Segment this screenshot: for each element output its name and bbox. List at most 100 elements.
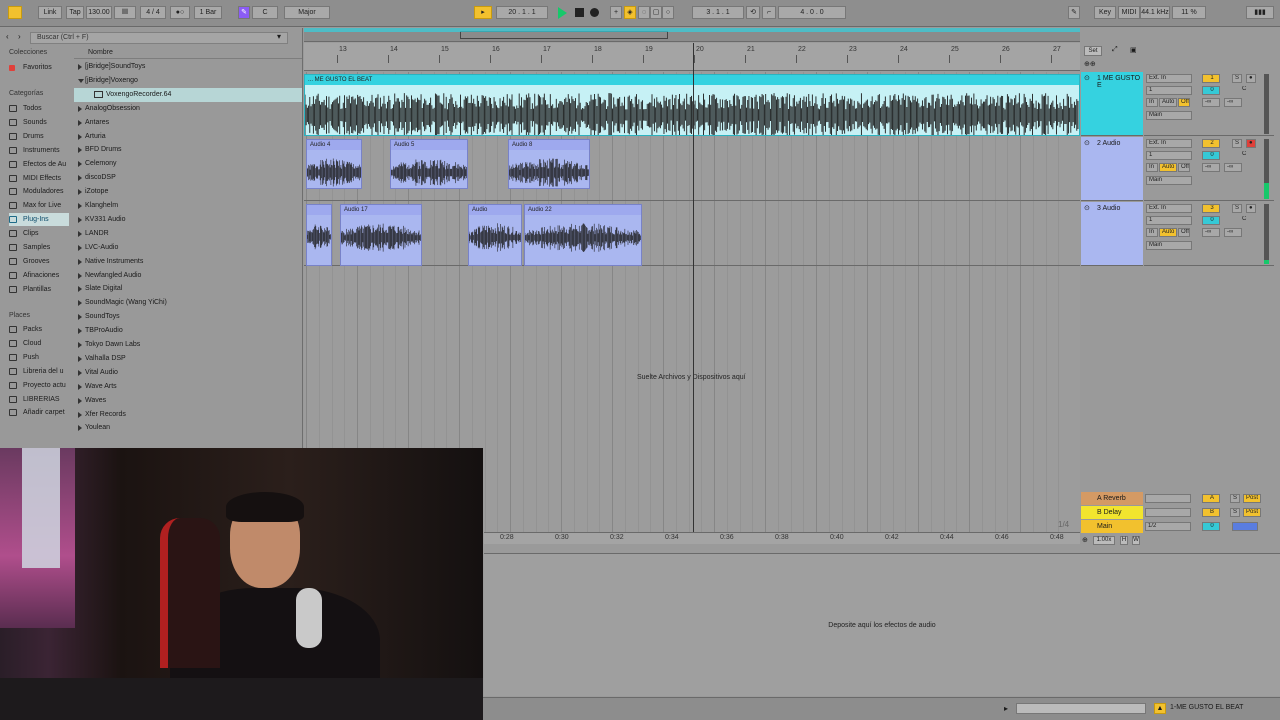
sidebar-item-afinaciones[interactable]: Afinaciones bbox=[9, 269, 69, 282]
browser-item[interactable]: BFD Drums bbox=[74, 143, 302, 157]
send-a-field[interactable]: -∞ bbox=[1202, 228, 1220, 237]
fold-icon[interactable]: ⊙ bbox=[1084, 74, 1092, 82]
track-lane-1[interactable]: ... ME GUSTO EL BEAT bbox=[304, 72, 1080, 136]
browser-item[interactable]: Slate Digital bbox=[74, 282, 302, 296]
metronome-icon[interactable]: ●○ bbox=[170, 6, 190, 19]
expand-arrow-icon[interactable] bbox=[78, 119, 82, 126]
monitor-off-button[interactable]: Off bbox=[1178, 228, 1190, 237]
return-output-menu[interactable] bbox=[1145, 508, 1191, 517]
input-type-menu[interactable]: Ext. In bbox=[1146, 139, 1192, 148]
expand-arrow-icon[interactable] bbox=[78, 272, 82, 279]
automation-arm-icon[interactable]: ◈ bbox=[624, 6, 636, 19]
browser-item[interactable]: Native Instruments bbox=[74, 255, 302, 269]
draw-mode-icon[interactable]: ✎ bbox=[1068, 6, 1080, 19]
output-menu[interactable]: Main bbox=[1146, 111, 1192, 120]
browser-item[interactable]: VoxengoRecorder.64 bbox=[74, 87, 302, 102]
return-activator-button[interactable]: B bbox=[1202, 508, 1220, 517]
expand-arrow-icon[interactable] bbox=[78, 369, 82, 376]
browser-item[interactable]: Xfer Records bbox=[74, 408, 302, 422]
pan-knob[interactable]: C bbox=[1240, 151, 1252, 160]
browser-item[interactable]: SoundToys bbox=[74, 310, 302, 324]
volume-field[interactable]: 0 bbox=[1202, 216, 1220, 225]
record-arm-icon[interactable]: ● bbox=[1246, 74, 1256, 83]
place-item-proyecto-actu[interactable]: Proyecto actu bbox=[9, 379, 69, 392]
input-channel-menu[interactable]: 1 bbox=[1146, 216, 1192, 225]
expand-arrow-icon[interactable] bbox=[78, 230, 82, 237]
time-ruler[interactable]: 0:28 0:30 0:32 0:34 0:36 0:38 0:40 0:42 0:44 0:46… bbox=[484, 532, 1080, 544]
monitor-auto-button[interactable]: Auto bbox=[1159, 98, 1177, 107]
browser-item[interactable]: [jBridge]Voxengo bbox=[74, 74, 302, 88]
browser-item[interactable]: Celemony bbox=[74, 157, 302, 171]
time-signature-field[interactable]: 4 / 4 bbox=[140, 6, 166, 19]
browser-item[interactable]: Antares bbox=[74, 116, 302, 130]
place-item-librerias[interactable]: LIBRERIAS bbox=[9, 393, 69, 406]
expand-arrow-icon[interactable] bbox=[78, 175, 82, 182]
clip-me-gusto[interactable]: ... ME GUSTO EL BEAT bbox=[304, 74, 1080, 136]
expand-arrow-icon[interactable] bbox=[78, 147, 82, 154]
overdub-icon[interactable]: + bbox=[610, 6, 622, 19]
sidebar-item-midi-effects[interactable]: MIDI Effects bbox=[9, 172, 69, 185]
sidebar-item-favorites[interactable]: Favoritos bbox=[9, 61, 69, 74]
warning-icon[interactable]: ▲ bbox=[1154, 703, 1166, 714]
browser-item[interactable]: SoundMagic (Wang YiChi) bbox=[74, 296, 302, 310]
browser-search-input[interactable]: Buscar (Ctrl + F) bbox=[30, 32, 288, 44]
capture-icon[interactable]: ▢ bbox=[650, 6, 662, 19]
return-track-b[interactable]: B Delay bbox=[1081, 506, 1143, 519]
monitor-auto-button[interactable]: Auto bbox=[1159, 228, 1177, 237]
beat-time-ruler[interactable]: 13 14 15 16 17 18 19 20 21 22 23 24 25 26 27 bbox=[304, 43, 1080, 71]
expand-arrow-icon[interactable] bbox=[78, 425, 82, 432]
midi-map-button[interactable]: MIDI bbox=[1118, 6, 1140, 19]
expand-arrow-icon[interactable] bbox=[78, 342, 82, 348]
stop-icon[interactable] bbox=[575, 8, 584, 17]
browser-item[interactable]: AnalogObsession bbox=[74, 102, 302, 116]
sidebar-item-todos[interactable]: Todos bbox=[9, 102, 69, 115]
monitor-off-button[interactable]: Off bbox=[1178, 163, 1190, 172]
browser-item[interactable]: LANDR bbox=[74, 227, 302, 241]
loop-icon[interactable]: ○ bbox=[662, 6, 674, 19]
place-item-push[interactable]: Push bbox=[9, 351, 69, 364]
browser-item[interactable]: Klanghelm bbox=[74, 199, 302, 213]
sidebar-item-samples[interactable]: Samples bbox=[9, 241, 69, 254]
main-volume-field[interactable] bbox=[1232, 522, 1258, 531]
clip-audio[interactable]: Audio bbox=[468, 204, 522, 266]
browser-item[interactable]: Vital Audio bbox=[74, 366, 302, 380]
place-item-cloud[interactable]: Cloud bbox=[9, 337, 69, 350]
expand-arrow-icon[interactable] bbox=[78, 216, 82, 223]
expand-icon[interactable]: ⤢ bbox=[1112, 46, 1122, 56]
browser-item[interactable]: iZotope bbox=[74, 185, 302, 199]
browser-item[interactable]: Newfangled Audio bbox=[74, 269, 302, 283]
clip-audio-8[interactable]: Audio 8 bbox=[508, 139, 590, 189]
sidebar-item-clips[interactable]: Clips bbox=[9, 227, 69, 240]
expand-arrow-icon[interactable] bbox=[78, 105, 82, 112]
output-menu[interactable]: Main bbox=[1146, 241, 1192, 250]
punch-icon[interactable]: ⌐ bbox=[762, 6, 776, 19]
send-a-field[interactable]: -∞ bbox=[1202, 98, 1220, 107]
place-item-packs[interactable]: Packs bbox=[9, 323, 69, 336]
volume-field[interactable]: 0 bbox=[1202, 151, 1220, 160]
volume-field[interactable]: 0 bbox=[1202, 86, 1220, 95]
expand-arrow-icon[interactable] bbox=[78, 328, 82, 335]
clip-audio-5[interactable]: Audio 5 bbox=[390, 139, 468, 189]
tempo-field[interactable]: 130.00 bbox=[86, 6, 112, 19]
monitor-in-button[interactable]: In bbox=[1146, 163, 1158, 172]
expand-arrow-icon[interactable] bbox=[78, 300, 82, 307]
sidebar-item-plug-ins[interactable]: Plug-Ins bbox=[9, 213, 69, 227]
expand-arrow-icon[interactable] bbox=[78, 133, 82, 140]
track-activator-button[interactable]: 2 bbox=[1202, 139, 1220, 148]
browser-item[interactable]: [jBridge]SoundToys bbox=[74, 60, 302, 74]
expand-arrow-icon[interactable] bbox=[78, 189, 82, 196]
input-channel-menu[interactable]: 1 bbox=[1146, 86, 1192, 95]
expand-arrow-icon[interactable] bbox=[78, 78, 84, 83]
browser-item[interactable]: LVC-Audio bbox=[74, 241, 302, 255]
overview-strip[interactable] bbox=[1016, 703, 1146, 714]
expand-arrow-icon[interactable] bbox=[78, 355, 82, 362]
position-field[interactable]: 20 . 1 . 1 bbox=[496, 6, 548, 19]
sidebar-item-drums[interactable]: Drums bbox=[9, 130, 69, 143]
fold-icon[interactable]: ⊙ bbox=[1084, 139, 1092, 147]
browser-item[interactable]: Youlean bbox=[74, 421, 302, 435]
h-button[interactable]: H bbox=[1120, 536, 1128, 545]
send-b-field[interactable]: -∞ bbox=[1224, 228, 1242, 237]
track-activator-button[interactable]: 1 bbox=[1202, 74, 1220, 83]
play-icon[interactable]: ▸ bbox=[1004, 704, 1014, 714]
track-lane-2[interactable]: Audio 4 Audio 5 Audio 8 bbox=[304, 137, 1080, 201]
